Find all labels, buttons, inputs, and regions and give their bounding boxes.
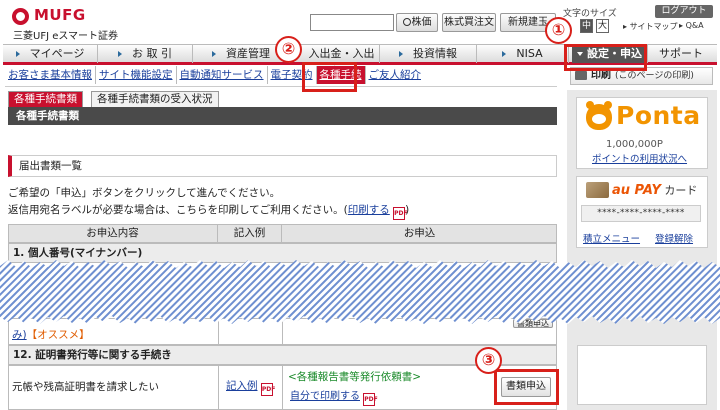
font-size-label: 文字のサイズ — [563, 9, 617, 19]
stock-search-input[interactable] — [310, 14, 394, 31]
subnav-referral[interactable]: ご友人紹介 — [366, 66, 425, 84]
torn-paper-overlay — [0, 260, 720, 324]
partial-row-content: み)【オススメ】 — [12, 329, 90, 341]
gnav-investment-info[interactable]: 投資情報 — [380, 45, 477, 63]
font-size-large-button[interactable]: 大 — [596, 19, 609, 33]
mufg-logo-icon — [12, 8, 29, 25]
table-header-content: お申込内容 — [8, 224, 218, 243]
annotation-marker-3: ③ — [475, 347, 502, 374]
brand-logo[interactable]: MUFG — [34, 6, 86, 24]
annotation-box-procedures — [302, 62, 357, 92]
qa-link[interactable]: ▸ Q&A — [679, 21, 704, 30]
column-divider — [282, 365, 283, 410]
recommend-tag: 【オススメ】 — [26, 329, 90, 341]
credit-card-icon — [586, 182, 609, 198]
sidebar-bottom-panel — [577, 345, 707, 405]
row-example-cell: 記入例 PDF — [226, 378, 275, 396]
print-label-link[interactable]: 印刷する — [348, 204, 390, 216]
column-divider — [218, 365, 219, 410]
caret-right-icon — [118, 51, 122, 57]
annotation-marker-1: ① — [545, 17, 572, 44]
gnav-support[interactable]: サポート — [648, 45, 714, 63]
stock-quote-button[interactable]: 株価 — [396, 13, 438, 32]
table-header-apply: お申込 — [403, 227, 436, 239]
ponta-logo: Ponta — [616, 101, 701, 130]
self-print-cell: 自分で印刷する PDF — [290, 387, 378, 406]
tab-document-receipt-status[interactable]: 各種手続書類の受入状況 — [91, 91, 219, 107]
sitemap-link[interactable]: ▸ サイトマップ — [623, 21, 678, 32]
logout-button[interactable]: ログアウト — [655, 5, 713, 18]
caret-right-icon — [212, 51, 216, 57]
subnav-divider — [5, 86, 557, 87]
aupay-card-label: au PAY カード — [612, 183, 698, 198]
subnav-auto-notify[interactable]: 自動通知サービス — [177, 66, 268, 84]
report-request-form-title: <各種報告書等発行依頼書> — [288, 371, 422, 383]
reserve-menu-link[interactable]: 積立メニュー — [583, 231, 640, 245]
annotation-marker-2: ② — [275, 36, 302, 63]
tab-procedure-documents[interactable]: 各種手続書類 — [8, 91, 83, 107]
caret-right-icon — [502, 51, 507, 57]
stock-buy-order-button[interactable]: 株式買注文 — [442, 13, 496, 32]
brand-subtitle: 三菱UFJ eスマート証券 — [13, 31, 119, 42]
table-header-example: 記入例 — [218, 224, 282, 243]
search-icon — [402, 18, 411, 26]
card-number: ****-****-****-**** — [581, 205, 701, 222]
self-print-link[interactable]: 自分で印刷する — [290, 391, 360, 402]
pdf-icon: PDF — [260, 383, 275, 396]
sub-nav: お客さま基本情報 サイト機能設定 自動通知サービス 電子契約 各種手続 ご友人紹… — [5, 66, 424, 86]
instruction-line-1: ご希望の「申込」ボタンをクリックして進んでください。 — [8, 187, 281, 199]
pdf-icon: PDF — [363, 393, 378, 406]
ponta-usage-link[interactable]: ポイントの利用状況へ — [592, 151, 687, 165]
gnav-deposit[interactable]: 入出金・入出庫 — [290, 45, 380, 78]
subnav-customer-info[interactable]: お客さま基本情報 — [5, 66, 96, 84]
gnav-nisa[interactable]: NISA — [477, 45, 569, 63]
caret-right-icon — [15, 51, 20, 57]
row-content-ledger-request: 元帳や残高証明書を請求したい — [12, 381, 159, 393]
printer-icon — [575, 71, 587, 80]
instruction-line-2: 返信用宛名ラベルが必要な場合は、こちらを印刷してご利用ください。(印刷する PD… — [8, 203, 409, 220]
gnav-mypage[interactable]: マイページ — [3, 45, 98, 63]
annotation-box-apply — [494, 369, 559, 405]
pdf-icon: PDF — [393, 207, 408, 220]
form-list-heading: 届出書類一覧 — [8, 155, 557, 177]
font-size-medium-button[interactable]: 中 — [580, 19, 593, 33]
gnav-trade[interactable]: お 取 引 — [98, 45, 193, 63]
section-title: 各種手続書類 — [8, 107, 557, 125]
annotation-box-settings — [564, 44, 647, 71]
subnav-site-settings[interactable]: サイト機能設定 — [96, 66, 177, 84]
ponta-points: 1,000,000P — [606, 139, 663, 150]
unregister-link[interactable]: 登録解除 — [655, 231, 693, 245]
ponta-mascot-icon — [592, 114, 606, 124]
caret-right-icon — [399, 51, 403, 57]
example-link[interactable]: 記入例 — [226, 380, 258, 392]
